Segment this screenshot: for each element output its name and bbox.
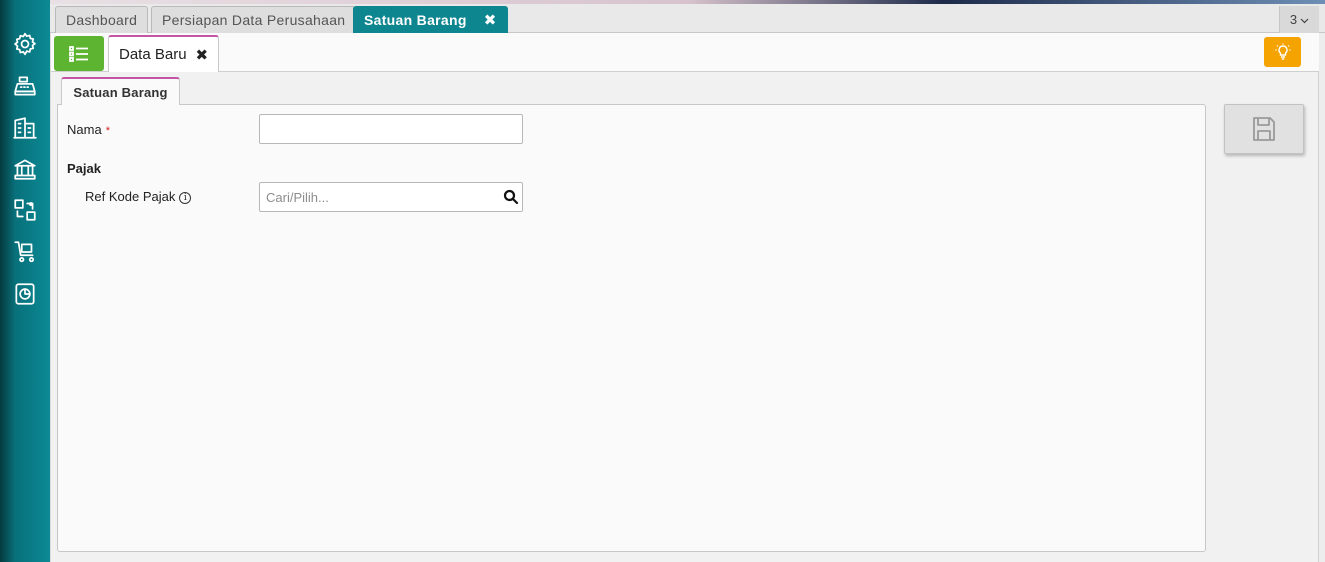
tab-label: Dashboard <box>66 12 138 28</box>
hint-button[interactable] <box>1264 37 1301 67</box>
cart-icon[interactable] <box>11 238 39 266</box>
tab-satuan-barang[interactable]: Satuan Barang ✖ <box>353 6 508 33</box>
form-panel: Nama * Pajak Ref Kode Pajak i <box>57 104 1206 552</box>
required-marker: * <box>105 125 110 137</box>
tab-label: Persiapan Data Perusahaan <box>162 12 346 28</box>
section-pajak-title: Pajak <box>67 161 101 176</box>
list-icon <box>69 45 88 62</box>
sidebar <box>0 0 50 562</box>
nama-input[interactable] <box>259 114 523 144</box>
bank-icon[interactable] <box>11 155 39 183</box>
tab-count-dropdown[interactable]: 3 <box>1279 6 1319 33</box>
tab-persiapan-data-perusahaan[interactable]: Persiapan Data Perusahaan <box>151 6 357 33</box>
cash-register-icon[interactable] <box>11 72 39 100</box>
chevron-down-icon <box>1300 12 1309 27</box>
search-icon[interactable] <box>503 189 519 205</box>
ref-kode-pajak-search-input[interactable] <box>259 182 523 212</box>
info-icon[interactable]: i <box>179 192 192 204</box>
tab-bar: Dashboard Persiapan Data Perusahaan Satu… <box>50 4 1325 33</box>
ref-kode-pajak-label: Ref Kode Pajak i <box>85 189 192 204</box>
tab-count: 3 <box>1289 12 1298 27</box>
subtab-data-baru[interactable]: Data Baru ✖ <box>108 35 219 72</box>
subtab-label: Data Baru <box>119 46 187 63</box>
close-icon[interactable]: ✖ <box>484 11 497 29</box>
menu-list-button[interactable] <box>54 36 104 71</box>
tab-dashboard[interactable]: Dashboard <box>55 6 149 33</box>
lightbulb-icon <box>1275 43 1290 60</box>
nama-label-text: Nama <box>67 122 102 137</box>
save-button[interactable] <box>1224 104 1304 154</box>
sub-toolbar: Data Baru ✖ <box>51 33 1319 72</box>
nama-label: Nama * <box>67 122 110 137</box>
building-icon[interactable] <box>11 114 39 142</box>
tab-label: Satuan Barang <box>364 12 467 28</box>
floppy-disk-icon <box>1253 117 1275 141</box>
close-icon[interactable]: ✖ <box>196 46 209 64</box>
main-content: Data Baru ✖ Satuan Barang Nama * Pajak Re… <box>50 33 1319 562</box>
report-icon[interactable] <box>11 280 39 308</box>
process-icon[interactable] <box>11 196 39 224</box>
form-tab-satuan-barang[interactable]: Satuan Barang <box>61 77 180 105</box>
ref-kode-pajak-label-text: Ref Kode Pajak <box>85 189 176 204</box>
gear-icon[interactable] <box>11 30 39 58</box>
